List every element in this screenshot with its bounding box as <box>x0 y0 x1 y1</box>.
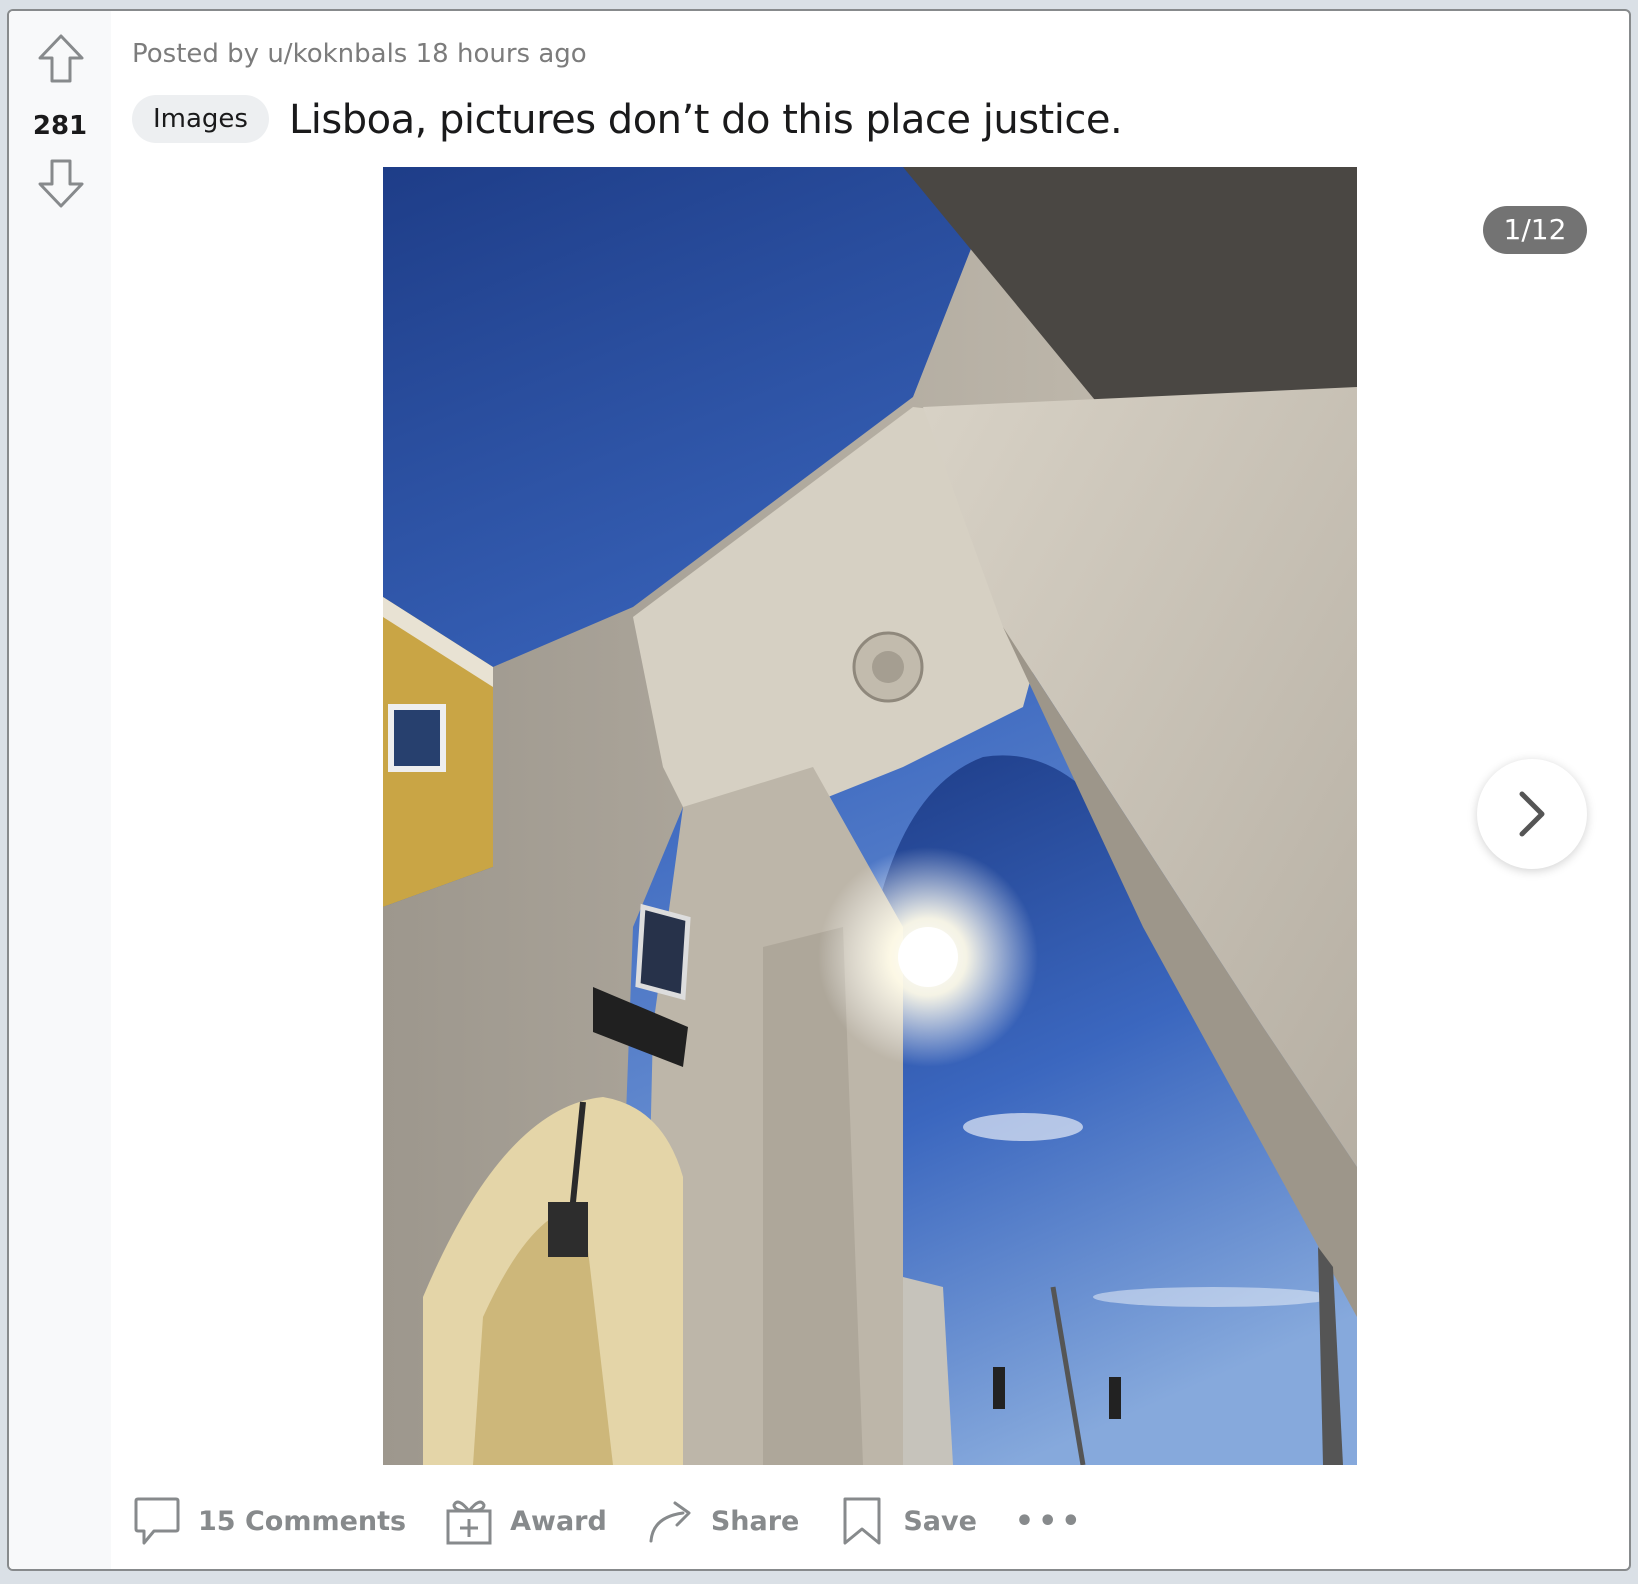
share-arrow-icon <box>649 1501 691 1543</box>
gallery-counter: 1/12 <box>1483 206 1587 254</box>
comments-button[interactable]: 15 Comments <box>132 1491 406 1551</box>
more-options-button[interactable]: ••• <box>1015 1491 1085 1551</box>
upvote-button[interactable] <box>37 33 85 85</box>
arch-photo <box>383 167 1357 1465</box>
save-button[interactable]: Save <box>837 1491 977 1551</box>
vote-column: 281 <box>9 11 111 1569</box>
post-card: 281 Posted by u/koknbals 18 hours ago Im… <box>7 9 1631 1571</box>
share-label: Share <box>710 1505 800 1537</box>
bookmark-icon <box>843 1497 881 1545</box>
arrow-up-outline-icon <box>38 34 84 83</box>
gallery-image[interactable] <box>383 167 1357 1465</box>
vote-score: 281 <box>32 111 88 141</box>
post-time: 18 hours ago <box>415 39 587 69</box>
save-label: Save <box>903 1505 977 1537</box>
chevron-right-icon <box>1519 791 1545 837</box>
award-button[interactable]: Award <box>444 1491 607 1551</box>
posted-by-label: Posted by <box>132 39 260 69</box>
share-button[interactable]: Share <box>645 1491 800 1551</box>
downvote-button[interactable] <box>37 157 85 209</box>
author-link[interactable]: u/koknbals <box>267 39 407 69</box>
post-title[interactable]: Lisboa, pictures don’t do this place jus… <box>289 97 1123 143</box>
post-flair[interactable]: Images <box>132 95 269 143</box>
award-label: Award <box>510 1505 607 1537</box>
arrow-down-outline-icon <box>38 159 84 208</box>
comments-label: 15 Comments <box>198 1505 407 1537</box>
gift-icon <box>446 1500 492 1545</box>
gallery-next-button[interactable] <box>1477 759 1587 869</box>
post-meta: Posted by u/koknbals 18 hours ago <box>132 39 587 69</box>
post-actions-bar: 15 Comments Award Share Save ••• <box>132 1491 1122 1551</box>
speech-bubble-icon <box>134 1497 180 1545</box>
more-options-label: ••• <box>1014 1503 1085 1539</box>
